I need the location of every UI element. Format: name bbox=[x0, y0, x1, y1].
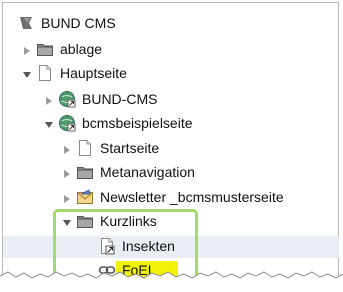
collapsed-arrow-icon[interactable] bbox=[62, 143, 72, 154]
folder-icon bbox=[76, 163, 94, 181]
collapsed-arrow-icon[interactable] bbox=[62, 167, 72, 178]
collapsed-arrow-icon[interactable] bbox=[62, 192, 72, 203]
tree-item-newsletter[interactable]: Newsletter _bcmsmusterseite bbox=[62, 186, 284, 208]
tree-root-label: BUND CMS bbox=[41, 15, 116, 31]
tree-item-ablage[interactable]: ablage bbox=[22, 38, 102, 60]
tree-item-startseite[interactable]: Startseite bbox=[62, 137, 159, 159]
external-site-icon bbox=[58, 114, 76, 132]
expanded-arrow-icon[interactable] bbox=[22, 68, 32, 78]
tree-item-label: Metanavigation bbox=[100, 164, 195, 180]
tree-item-label: ablage bbox=[60, 41, 103, 57]
collapsed-arrow-icon[interactable] bbox=[22, 44, 32, 55]
tree-item-label: Startseite bbox=[100, 140, 160, 156]
tree-item-metanavigation[interactable]: Metanavigation bbox=[62, 161, 195, 183]
tree-item-label: Hauptseite bbox=[60, 65, 127, 81]
tree-item-label: bcmsbeispielseite bbox=[82, 115, 193, 131]
tree-item-hauptseite[interactable]: Hauptseite bbox=[22, 62, 127, 84]
expanded-arrow-icon[interactable] bbox=[44, 118, 54, 128]
newsletter-icon bbox=[76, 188, 94, 206]
page-icon bbox=[76, 139, 94, 157]
tree-item-label: Newsletter _bcmsmusterseite bbox=[100, 189, 284, 205]
page-icon bbox=[36, 64, 54, 82]
tree-item-label: BUND-CMS bbox=[82, 91, 158, 107]
tree-root[interactable]: BUND CMS bbox=[17, 12, 116, 34]
tree-item-bund-cms[interactable]: BUND-CMS bbox=[44, 88, 157, 110]
folder-icon bbox=[36, 40, 54, 58]
collapsed-arrow-icon[interactable] bbox=[44, 94, 54, 105]
tree-item-bcmsbeispielseite[interactable]: bcmsbeispielseite bbox=[44, 112, 193, 134]
torn-edge-decoration bbox=[0, 271, 343, 292]
cms-logo-icon bbox=[17, 14, 35, 32]
external-site-icon bbox=[58, 90, 76, 108]
